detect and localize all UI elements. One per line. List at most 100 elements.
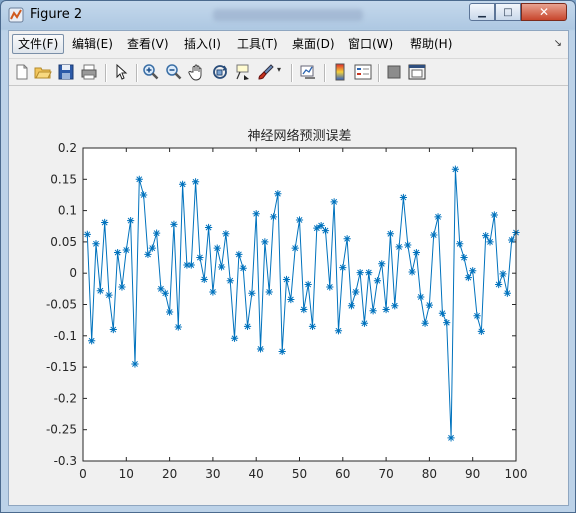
data-point-marker bbox=[477, 327, 485, 336]
data-point-marker bbox=[460, 253, 468, 262]
data-point-marker bbox=[144, 250, 152, 259]
data-point-marker bbox=[508, 236, 516, 244]
data-point-marker bbox=[209, 288, 217, 296]
y-tick-label: 0.2 bbox=[58, 141, 77, 155]
data-point-marker bbox=[295, 216, 304, 224]
link-plot-icon[interactable] bbox=[299, 63, 317, 81]
menu-help[interactable]: 帮助(H) bbox=[405, 34, 457, 54]
brush-dropdown-icon[interactable]: ▾ bbox=[277, 65, 285, 83]
data-point-marker bbox=[148, 244, 156, 252]
data-point-marker bbox=[200, 275, 208, 284]
data-point-marker bbox=[425, 301, 433, 309]
y-tick-label: -0.15 bbox=[46, 360, 77, 374]
menu-tools[interactable]: 工具(T) bbox=[232, 34, 283, 54]
chart-title: 神经网络预测误差 bbox=[247, 128, 351, 144]
close-button[interactable]: ✕ bbox=[521, 3, 567, 21]
data-point-marker bbox=[421, 319, 429, 327]
data-point-marker bbox=[447, 434, 455, 442]
error-line-chart[interactable]: 神经网络预测误差 0.2 0.15 0.1 0.05 0 -0.05 -0.1 -0.15 -0.… bbox=[9, 87, 568, 505]
save-icon[interactable] bbox=[57, 63, 75, 81]
data-point-marker bbox=[386, 230, 395, 238]
data-point-marker bbox=[451, 165, 459, 173]
hide-plot-tools-icon[interactable] bbox=[385, 63, 403, 81]
data-point-marker bbox=[334, 327, 343, 335]
brush-icon[interactable] bbox=[257, 63, 275, 81]
menubar-dock-arrow-icon[interactable]: ↘ bbox=[554, 38, 562, 49]
data-point-marker bbox=[88, 337, 96, 345]
zoom-in-icon[interactable] bbox=[142, 63, 160, 81]
y-tick-label: -0.1 bbox=[54, 329, 77, 343]
figure-client-area: 文件(F) 编辑(E) 查看(V) 插入(I) 工具(T) 桌面(D) 窗口(W… bbox=[8, 30, 569, 506]
data-point-marker bbox=[326, 283, 334, 291]
y-tick-label: 0.15 bbox=[50, 172, 77, 186]
data-point-marker bbox=[291, 244, 299, 252]
x-tick-label: 30 bbox=[205, 467, 220, 481]
menu-bar: 文件(F) 编辑(E) 查看(V) 插入(I) 工具(T) 桌面(D) 窗口(W… bbox=[9, 31, 568, 57]
figure-toolbar: ▾ bbox=[9, 58, 568, 86]
colorbar-icon[interactable] bbox=[331, 63, 349, 81]
print-icon[interactable] bbox=[80, 63, 98, 81]
title-bar[interactable]: Figure 2 ▁ □ ✕ bbox=[1, 1, 575, 29]
maximize-button[interactable]: □ bbox=[495, 3, 521, 21]
pan-icon[interactable] bbox=[188, 63, 206, 81]
data-point-marker bbox=[166, 308, 174, 316]
maximize-icon: □ bbox=[503, 6, 513, 18]
data-point-marker bbox=[391, 302, 399, 310]
pointer-icon[interactable] bbox=[112, 63, 130, 81]
data-point-marker bbox=[438, 309, 446, 317]
data-point-marker bbox=[486, 238, 494, 246]
data-point-marker bbox=[274, 190, 282, 198]
data-point-marker bbox=[443, 319, 451, 327]
data-point-marker bbox=[187, 261, 195, 269]
menu-window[interactable]: 窗口(W) bbox=[343, 34, 398, 54]
data-point-marker bbox=[122, 246, 130, 254]
data-point-marker bbox=[369, 307, 377, 315]
data-point-marker bbox=[434, 213, 442, 221]
toolbar-separator bbox=[105, 64, 106, 82]
minimize-button[interactable]: ▁ bbox=[469, 3, 495, 21]
data-point-marker bbox=[265, 288, 273, 296]
minimize-icon: ▁ bbox=[478, 6, 486, 18]
data-point-marker bbox=[92, 240, 100, 248]
data-point-marker bbox=[343, 235, 351, 243]
data-point-marker bbox=[174, 323, 182, 331]
x-tick-label: 90 bbox=[465, 467, 480, 481]
new-figure-icon[interactable] bbox=[13, 63, 31, 81]
menu-insert[interactable]: 插入(I) bbox=[179, 34, 226, 54]
data-point-marker bbox=[482, 232, 490, 240]
data-point-marker bbox=[204, 223, 213, 232]
data-point-marker bbox=[417, 293, 425, 301]
y-tick-label: -0.2 bbox=[54, 391, 77, 405]
x-tick-label: 50 bbox=[292, 467, 307, 481]
open-file-icon[interactable] bbox=[34, 63, 52, 81]
zoom-out-icon[interactable] bbox=[165, 63, 183, 81]
rotate-3d-icon[interactable] bbox=[211, 63, 229, 81]
data-point-marker bbox=[356, 268, 364, 277]
y-tick-label: -0.05 bbox=[46, 298, 77, 312]
data-point-marker bbox=[456, 240, 464, 248]
data-point-marker bbox=[499, 270, 507, 278]
data-point-marker bbox=[430, 231, 438, 239]
toolbar-separator bbox=[136, 64, 137, 82]
toolbar-separator bbox=[378, 64, 379, 82]
data-point-marker bbox=[83, 230, 91, 238]
x-tick-label: 60 bbox=[335, 467, 350, 481]
menu-edit[interactable]: 编辑(E) bbox=[67, 34, 118, 54]
data-point-marker bbox=[114, 248, 122, 257]
data-point-marker bbox=[161, 289, 169, 297]
x-tick-label: 20 bbox=[162, 467, 177, 481]
window-title: Figure 2 bbox=[30, 7, 83, 22]
menu-file[interactable]: 文件(F) bbox=[12, 34, 65, 54]
data-point-marker bbox=[399, 193, 408, 202]
data-point-marker bbox=[239, 264, 247, 272]
menu-view[interactable]: 查看(V) bbox=[122, 34, 174, 54]
menu-desktop[interactable]: 桌面(D) bbox=[287, 34, 340, 54]
y-tick-label: 0.05 bbox=[50, 235, 77, 249]
data-point-marker bbox=[230, 334, 239, 342]
data-cursor-icon[interactable] bbox=[234, 63, 252, 81]
toolbar-separator bbox=[324, 64, 325, 82]
data-point-marker bbox=[339, 263, 347, 272]
show-plot-tools-icon[interactable] bbox=[408, 63, 426, 81]
blurred-title-region bbox=[213, 9, 363, 21]
legend-icon[interactable] bbox=[354, 63, 372, 81]
